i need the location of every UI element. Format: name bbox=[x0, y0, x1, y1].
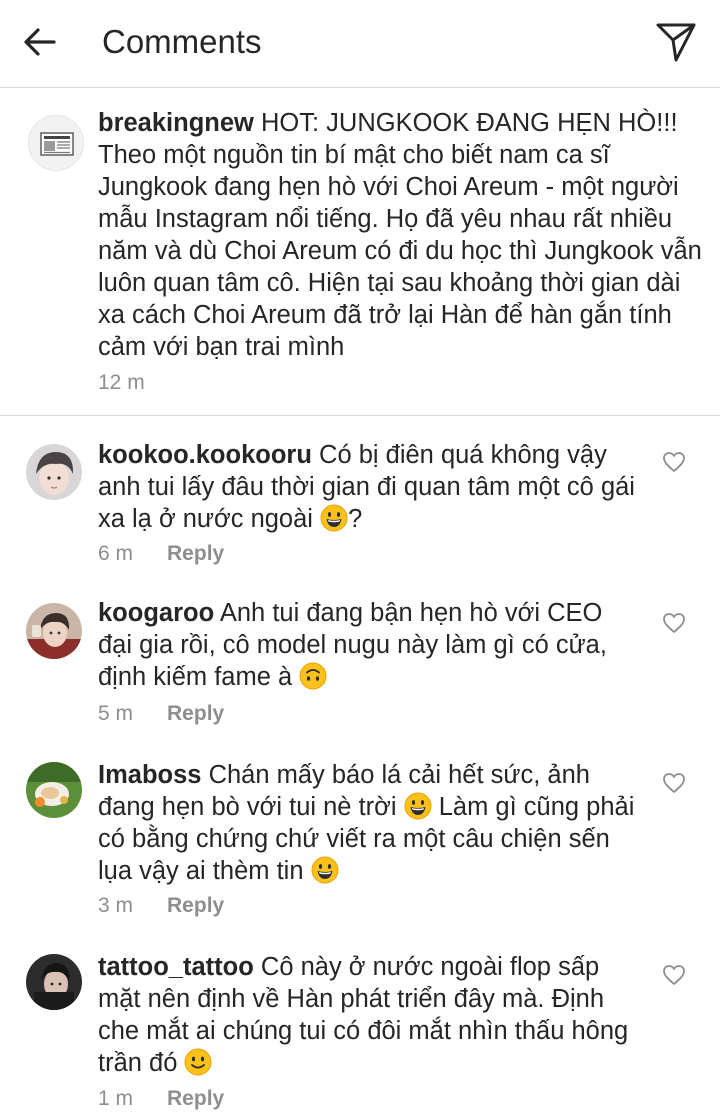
slightly-smiling-face-icon bbox=[184, 1048, 212, 1076]
caption-body: HOT: JUNGKOOK ĐANG HẸN HÒ!!! Theo một ng… bbox=[98, 109, 702, 361]
arrow-left-icon bbox=[24, 28, 56, 56]
upside-down-face-icon bbox=[299, 662, 327, 690]
comment-text: kookoo.kookooru Có bị điên quá không vậy… bbox=[98, 439, 638, 535]
caption-text: breakingnew HOT: JUNGKOOK ĐANG HẸN HÒ!!!… bbox=[98, 107, 708, 363]
avatar[interactable] bbox=[26, 954, 82, 1010]
heart-icon[interactable] bbox=[662, 451, 686, 473]
timestamp: 1 m bbox=[98, 1087, 134, 1110]
user-photo bbox=[26, 444, 82, 500]
reply-button[interactable]: Reply bbox=[167, 702, 224, 725]
header-bar: Comments bbox=[0, 0, 720, 88]
reply-button[interactable]: Reply bbox=[167, 1087, 224, 1110]
post-caption: breakingnew HOT: JUNGKOOK ĐANG HẸN HÒ!!!… bbox=[0, 88, 720, 416]
user-photo bbox=[26, 762, 82, 818]
user-photo bbox=[26, 603, 82, 659]
avatar[interactable] bbox=[26, 444, 82, 500]
timestamp: 3 m bbox=[98, 894, 134, 917]
paper-plane-icon bbox=[656, 23, 696, 62]
reply-button[interactable]: Reply bbox=[167, 894, 224, 917]
username[interactable]: koogaroo bbox=[98, 599, 214, 627]
username[interactable]: tattoo_tattoo bbox=[98, 953, 254, 981]
user-photo bbox=[26, 954, 82, 1010]
username[interactable]: kookoo.kookooru bbox=[98, 441, 312, 469]
timestamp: 6 m bbox=[98, 542, 134, 565]
grinning-face-icon bbox=[320, 504, 348, 532]
comment-text: Imaboss Chán mấy báo lá cải hết sức, ảnh… bbox=[98, 759, 638, 887]
comment-text: tattoo_tattoo Cô này ở nước ngoài flop s… bbox=[98, 951, 638, 1079]
back-button[interactable] bbox=[20, 22, 60, 62]
comment-item: koogaroo Anh tui đang bận hẹn hò với CEO… bbox=[0, 579, 720, 742]
timestamp: 12 m bbox=[98, 371, 145, 394]
page-title: Comments bbox=[102, 23, 262, 60]
grinning-face-icon bbox=[311, 856, 339, 884]
heart-icon[interactable] bbox=[662, 964, 686, 986]
comment-text: koogaroo Anh tui đang bận hẹn hò với CEO… bbox=[98, 597, 638, 693]
username[interactable]: Imaboss bbox=[98, 761, 201, 789]
reply-button[interactable]: Reply bbox=[167, 542, 224, 565]
comment-body-end: ? bbox=[348, 505, 363, 533]
comment-meta: 1 m Reply bbox=[98, 1086, 224, 1112]
comment-item: kookoo.kookooru Có bị điên quá không vậy… bbox=[0, 416, 720, 579]
grinning-face-icon bbox=[404, 792, 432, 820]
comment-meta: 12 m bbox=[98, 370, 145, 396]
newspaper-icon bbox=[40, 132, 74, 156]
username[interactable]: breakingnew bbox=[98, 109, 254, 137]
heart-icon[interactable] bbox=[662, 772, 686, 794]
comment-item: Imaboss Chán mấy báo lá cải hết sức, ảnh… bbox=[0, 742, 720, 932]
comment-meta: 3 m Reply bbox=[98, 893, 224, 919]
comment-item: tattoo_tattoo Cô này ở nước ngoài flop s… bbox=[0, 932, 720, 1116]
share-button[interactable] bbox=[652, 18, 700, 66]
avatar[interactable] bbox=[26, 762, 82, 818]
comment-meta: 5 m Reply bbox=[98, 701, 224, 727]
timestamp: 5 m bbox=[98, 702, 134, 725]
comment-meta: 6 m Reply bbox=[98, 541, 224, 567]
avatar[interactable] bbox=[26, 603, 82, 659]
avatar[interactable] bbox=[28, 115, 84, 171]
heart-icon[interactable] bbox=[662, 612, 686, 634]
